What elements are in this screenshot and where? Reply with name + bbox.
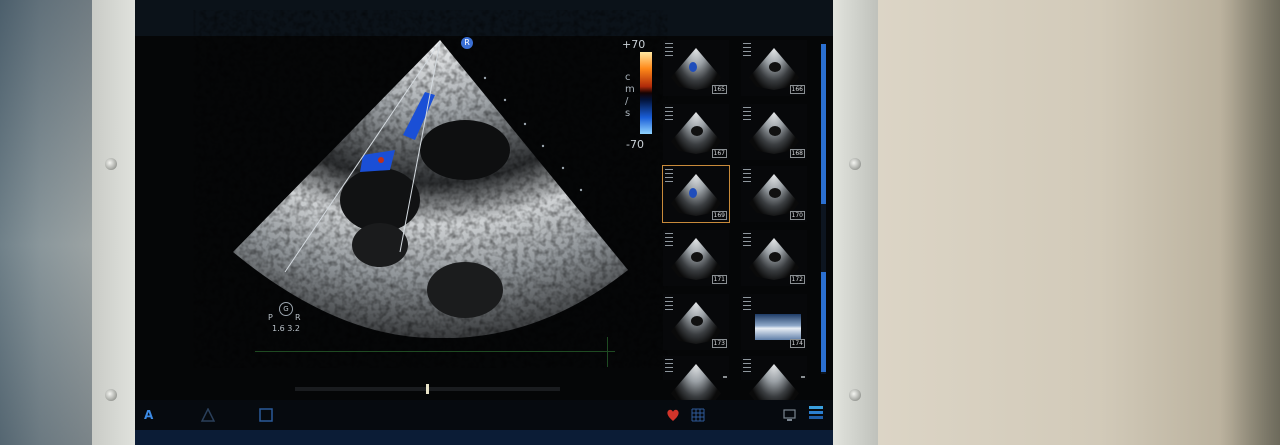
thumbnail[interactable]: 166 [741, 40, 807, 96]
thumbnail[interactable]: 165 [663, 40, 729, 96]
cine-progress-marker[interactable] [426, 384, 429, 394]
unit-letter: m [625, 84, 635, 95]
orientation-top: G [279, 302, 293, 316]
thumbnail-number: 169 [711, 211, 727, 220]
velocity-scale-min: -70 [626, 138, 644, 151]
orientation-left: P [268, 313, 273, 322]
thumbnail[interactable] [741, 356, 807, 406]
thumbnail-number: 168 [789, 149, 805, 158]
color-flow-red [378, 157, 384, 163]
thumbnail-number: 174 [789, 339, 805, 348]
thumbnail-number: 165 [711, 85, 727, 94]
thumbnail-number: 166 [789, 85, 805, 94]
unit-letter: c [625, 72, 631, 83]
bottom-strip [135, 430, 833, 445]
thumbnail-number: 170 [789, 211, 805, 220]
thumbnail[interactable]: 167 [663, 104, 729, 160]
thumbnail-number [801, 376, 805, 378]
heart-chamber [420, 120, 510, 180]
screw [849, 389, 861, 401]
thumbnail-number: 172 [789, 275, 805, 284]
heart-chamber [352, 223, 408, 267]
thumbnail[interactable]: 173 [663, 294, 729, 350]
doppler-trace [755, 314, 801, 340]
thumbnail-selected[interactable]: 169 [662, 165, 730, 223]
background-left [0, 0, 100, 445]
unit-letter: s [625, 108, 631, 119]
background-wall [0, 0, 100, 445]
unit-letter: / [625, 96, 629, 107]
thumbnail[interactable]: 168 [741, 104, 807, 160]
probe-icon: R [461, 37, 473, 49]
thumbnail-number [723, 376, 727, 378]
ultrasound-screen: R +70 -70 c m / s G P R 1.6 3.2 165 166 … [135, 0, 833, 445]
layers-icon[interactable] [807, 404, 825, 422]
heart-icon[interactable] [666, 408, 680, 422]
screw [849, 158, 861, 170]
thumbnail[interactable] [663, 356, 729, 406]
thumbnail-doppler[interactable]: 174 [741, 294, 807, 350]
orientation-right: R [295, 313, 301, 322]
thumbnail[interactable]: 170 [741, 166, 807, 222]
thumbnail-number: 171 [711, 275, 727, 284]
triangle-icon[interactable] [201, 408, 215, 422]
heart-chamber [427, 262, 503, 318]
depth-line [255, 351, 615, 352]
scrollbar-thumb-secondary[interactable] [821, 272, 826, 372]
velocity-scale-max: +70 [622, 38, 646, 51]
door-edge [1220, 0, 1280, 445]
screw [105, 158, 117, 170]
thumbnail[interactable]: 171 [663, 230, 729, 286]
thumbnail[interactable]: 172 [741, 230, 807, 286]
background-right [878, 0, 1280, 445]
scrollbar-thumb[interactable] [821, 44, 826, 204]
thumbnail-number: 167 [711, 149, 727, 158]
heart-chamber [340, 168, 420, 232]
screen-icon[interactable] [783, 408, 799, 422]
velocity-colorbar [640, 52, 652, 134]
a-button[interactable]: A [144, 408, 153, 422]
grid-icon[interactable] [691, 408, 705, 422]
thumbnail-number: 173 [711, 339, 727, 348]
screw [105, 389, 117, 401]
orientation-values: 1.6 3.2 [272, 324, 300, 333]
square-icon[interactable] [259, 408, 273, 422]
depth-line-marker [607, 337, 608, 367]
